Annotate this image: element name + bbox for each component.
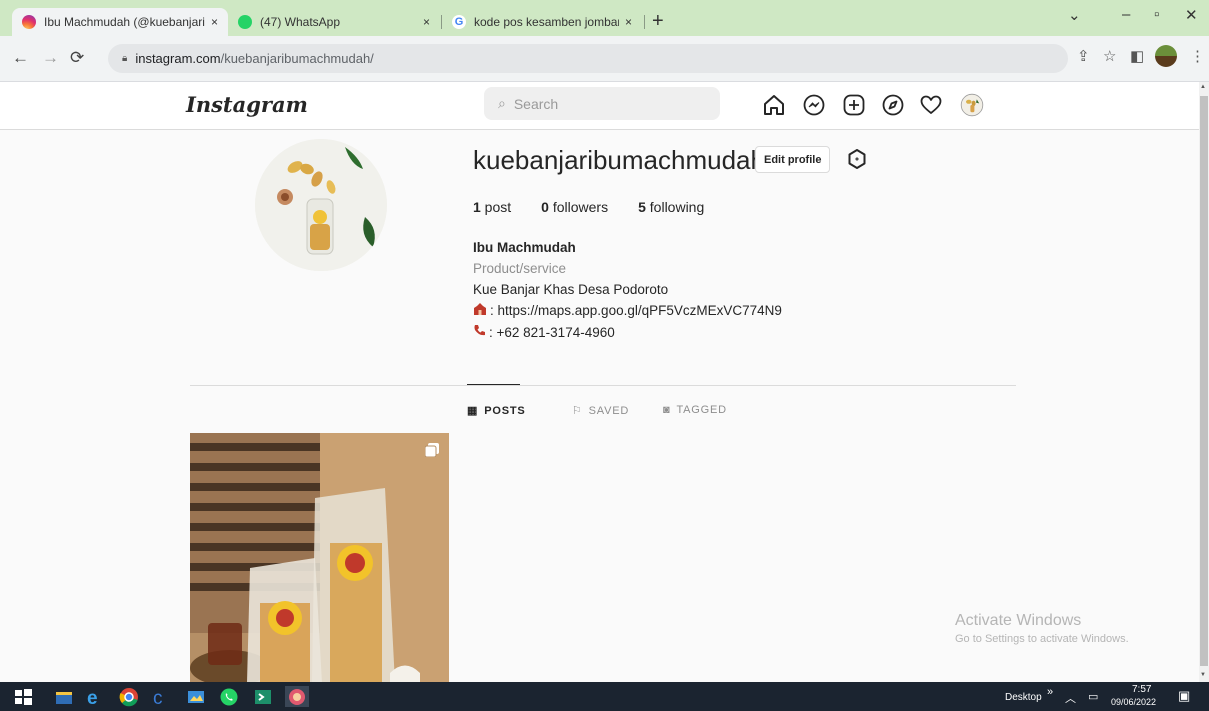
- edge-icon[interactable]: c: [150, 686, 171, 707]
- internet-explorer-icon[interactable]: e: [84, 686, 105, 707]
- tab-separator: [644, 15, 645, 29]
- tab-close-icon[interactable]: ×: [625, 15, 632, 29]
- search-input[interactable]: ⌕ Search: [484, 87, 720, 120]
- posts-count[interactable]: 1 post: [473, 199, 511, 215]
- bookmark-star-icon[interactable]: ☆: [1103, 47, 1116, 65]
- followers-count[interactable]: 0 followers: [541, 199, 608, 215]
- new-post-icon[interactable]: [841, 92, 867, 118]
- new-tab-button[interactable]: +: [652, 11, 664, 31]
- bio-phone-number: : +62 821-3174-4960: [489, 325, 615, 340]
- profile-avatar-icon[interactable]: [957, 90, 987, 120]
- side-panel-icon[interactable]: ◧: [1130, 47, 1144, 65]
- url-path: /kuebanjaribumachmudah/: [220, 51, 374, 66]
- profile-username: kuebanjaribumachmudah: [473, 145, 765, 175]
- terminal-app-icon[interactable]: [252, 686, 273, 707]
- phone-icon: [473, 324, 486, 340]
- tab-saved[interactable]: ⚐ SAVED: [572, 404, 629, 418]
- profile-category: Product/service: [473, 261, 567, 276]
- bio-phone-line: : +62 821-3174-4960: [473, 324, 615, 340]
- reload-icon[interactable]: ⟳: [70, 48, 84, 68]
- search-placeholder: Search: [513, 95, 559, 112]
- activate-windows-watermark: Activate Windows Go to Settings to activ…: [955, 612, 1129, 645]
- notifications-icon[interactable]: ▣: [1178, 688, 1190, 704]
- scroll-up-arrow-icon[interactable]: ▲: [1200, 84, 1206, 90]
- bio-description: Kue Banjar Khas Desa Podoroto: [473, 282, 669, 297]
- messenger-icon[interactable]: [801, 92, 827, 118]
- desktop-toolbar-label[interactable]: Desktop: [1005, 692, 1042, 703]
- chrome-icon[interactable]: [118, 686, 139, 707]
- whatsapp-favicon-icon: [238, 15, 252, 29]
- multi-photo-icon: [424, 443, 439, 458]
- instagram-logo[interactable]: Instagram: [186, 92, 308, 117]
- edit-profile-button[interactable]: Edit profile: [755, 146, 831, 173]
- browser-tab-instagram[interactable]: Ibu Machmudah (@kuebanjaribu ×: [12, 8, 228, 36]
- tab-title: Ibu Machmudah (@kuebanjaribu: [44, 15, 205, 29]
- forward-icon[interactable]: →: [42, 48, 59, 68]
- minimize-icon[interactable]: –: [1122, 6, 1130, 23]
- instagram-favicon-icon: [22, 15, 36, 29]
- url-host: instagram.com: [135, 51, 221, 66]
- profile-divider: [190, 385, 1016, 386]
- scroll-down-arrow-icon[interactable]: ▼: [1200, 672, 1206, 678]
- scrollbar-thumb[interactable]: [1200, 96, 1208, 666]
- tab-tagged[interactable]: ◙ TAGGED: [663, 404, 727, 416]
- bookmark-icon: ⚐: [572, 405, 583, 417]
- google-favicon-icon: G: [452, 15, 466, 29]
- browser-menu-icon[interactable]: ⋮: [1190, 47, 1205, 65]
- whatsapp-taskbar-icon[interactable]: [218, 686, 239, 707]
- tab-title: (47) WhatsApp: [260, 15, 341, 29]
- browser-tab-whatsapp[interactable]: (47) WhatsApp ×: [228, 8, 440, 36]
- toolbar-overflow-icon[interactable]: »: [1047, 686, 1053, 698]
- maximize-icon[interactable]: ▫: [1154, 6, 1159, 23]
- photos-app-icon[interactable]: [185, 686, 206, 707]
- windows-taskbar: e c Desktop » ︿ ▭ 7:57 09/06/2022 ▣: [0, 682, 1209, 711]
- search-icon: ⌕: [498, 95, 506, 111]
- tab-posts[interactable]: ▦ POSTS: [467, 404, 526, 418]
- following-count[interactable]: 5 following: [638, 199, 704, 215]
- back-icon[interactable]: ←: [12, 48, 29, 68]
- tab-close-icon[interactable]: ×: [423, 15, 430, 29]
- profile-picture[interactable]: [255, 139, 387, 271]
- browser-toolbar: ← → ⟳ 🔒︎ instagram.com/kuebanjaribumachm…: [0, 36, 1209, 82]
- file-explorer-icon[interactable]: [53, 686, 74, 707]
- activate-subtitle: Go to Settings to activate Windows.: [955, 633, 1129, 645]
- active-tab-indicator: [467, 384, 520, 385]
- browser-profile-avatar[interactable]: [1155, 45, 1177, 67]
- svg-text:c: c: [153, 688, 163, 707]
- bio-maps-line: : https://maps.app.goo.gl/qPF5VczMExVC77…: [473, 303, 782, 318]
- clock-date[interactable]: 09/06/2022: [1111, 697, 1156, 707]
- post-thumbnail[interactable]: [190, 433, 449, 683]
- tab-title: kode pos kesamben jombang - P: [474, 15, 619, 29]
- instagram-pwa-icon[interactable]: [285, 686, 309, 707]
- settings-gear-icon[interactable]: [845, 147, 869, 171]
- activate-title: Activate Windows: [955, 612, 1082, 629]
- battery-icon[interactable]: ▭: [1088, 690, 1098, 703]
- explore-icon[interactable]: [880, 92, 906, 118]
- instagram-header: Instagram ⌕ Search: [0, 82, 1199, 130]
- profile-stats: 1 post 0 followers 5 following: [473, 199, 734, 215]
- home-icon[interactable]: [761, 92, 787, 118]
- svg-text:e: e: [87, 688, 98, 707]
- grid-icon: ▦: [467, 405, 479, 417]
- browser-tab-google[interactable]: G kode pos kesamben jombang - P ×: [442, 8, 642, 36]
- clock-time[interactable]: 7:57: [1132, 684, 1151, 695]
- close-window-icon[interactable]: ✕: [1185, 6, 1198, 24]
- tray-chevron-up-icon[interactable]: ︿: [1065, 690, 1076, 706]
- bio-maps-link[interactable]: : https://maps.app.goo.gl/qPF5VczMExVC77…: [490, 303, 782, 318]
- tab-search-icon[interactable]: ⌄: [1068, 6, 1081, 24]
- profile-full-name: Ibu Machmudah: [473, 240, 576, 255]
- share-icon[interactable]: ⇪: [1077, 47, 1090, 65]
- activity-heart-icon[interactable]: [918, 92, 944, 118]
- tab-close-icon[interactable]: ×: [211, 15, 218, 29]
- location-building-icon: [473, 303, 487, 318]
- tag-icon: ◙: [663, 404, 671, 416]
- address-bar[interactable]: 🔒︎ instagram.com/kuebanjaribumachmudah/: [108, 44, 1068, 73]
- lock-icon: 🔒︎: [122, 53, 128, 64]
- windows-start-icon[interactable]: [12, 686, 33, 707]
- browser-tab-strip: Ibu Machmudah (@kuebanjaribu × (47) What…: [0, 0, 1209, 36]
